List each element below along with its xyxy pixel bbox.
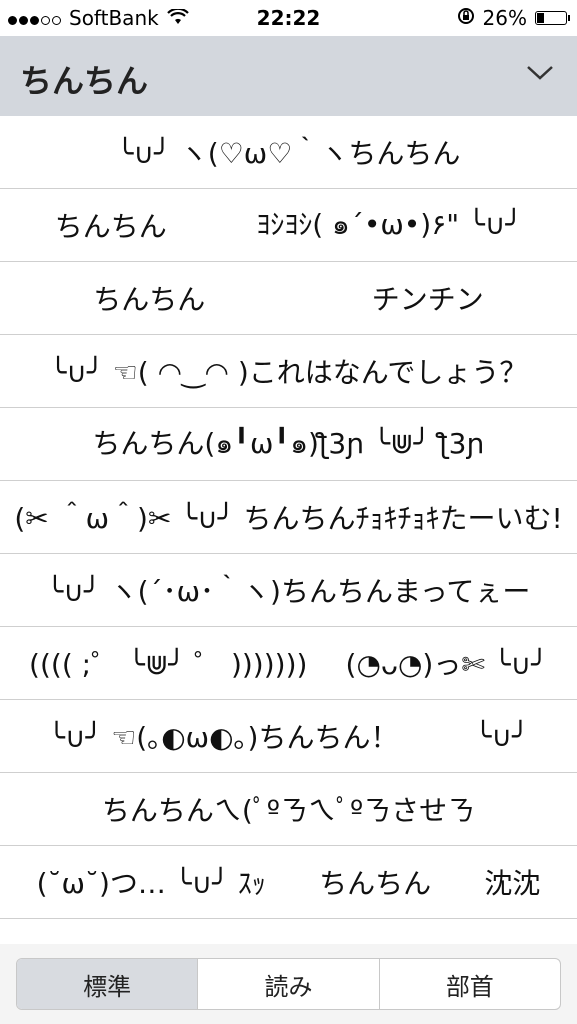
kaomoji-item[interactable]: (˘ω˘)つ… ╰∪╯ ｽｯ xyxy=(37,862,266,902)
kaomoji-item[interactable]: (◔ᴗ◔)っ✄ ╰∪╯ xyxy=(346,643,548,683)
kaomoji-item[interactable]: チンチン xyxy=(372,278,484,318)
battery-percent: 26% xyxy=(482,6,527,30)
kaomoji-item[interactable]: (✂︎ ＾ω＾)✂︎ ╰∪╯ ちんちんﾁｮｷﾁｮｷたーいむ! xyxy=(14,497,562,537)
kaomoji-item[interactable]: ╰∪╯ xyxy=(475,720,529,753)
kaomoji-list: ╰∪╯ ヽ(♡ω♡｀ヽちんちん ちんちん ﾖｼﾖｼ( ๑´•ω•)۶" ╰∪╯ ちんち… xyxy=(0,116,577,919)
list-row: ╰∪╯ ヽ(♡ω♡｀ヽちんちん xyxy=(0,116,577,189)
category-title: ちんちん xyxy=(20,62,149,100)
list-row: (˘ω˘)つ… ╰∪╯ ｽｯ ちんちん 沈沈 xyxy=(0,846,577,919)
kaomoji-item[interactable]: ╰∪╯ ☜( ◠‿◠ )これはなんでしょう？ xyxy=(50,351,528,391)
battery-icon xyxy=(535,11,570,25)
kaomoji-item[interactable]: ちんちん(๑╹ω╹๑)ƪ3ɲ ╰⋓╯ ƪ3ɲ xyxy=(92,422,484,466)
kaomoji-item[interactable]: ちんちん xyxy=(319,862,431,902)
kaomoji-item[interactable]: 沈沈 xyxy=(484,862,540,902)
kaomoji-item[interactable]: ╰∪╯ ヽ(´･ω･｀ヽ)ちんちんまってぇー xyxy=(47,570,531,610)
list-row: ちんちん チンチン xyxy=(0,262,577,335)
status-bar: SoftBank 22:22 26% xyxy=(0,0,577,36)
kaomoji-item[interactable]: ╰∪╯ ☜(｡◐ω◐｡)ちんちん！ xyxy=(48,716,398,756)
kaomoji-item[interactable]: ╰∪╯ ヽ(♡ω♡｀ヽちんちん xyxy=(117,132,461,172)
segment-reading[interactable]: 読み xyxy=(197,959,378,1009)
list-row: (✂︎ ＾ω＾)✂︎ ╰∪╯ ちんちんﾁｮｷﾁｮｷたーいむ! xyxy=(0,481,577,554)
chevron-down-icon[interactable] xyxy=(525,58,555,88)
list-row: ちんちんㄟ(ﾟºㄋㄟﾟºㄋさせㄋ xyxy=(0,773,577,846)
segment-standard[interactable]: 標準 xyxy=(17,959,198,1009)
kaomoji-item[interactable]: ちんちん xyxy=(93,278,205,318)
kaomoji-item[interactable]: ちんちんㄟ(ﾟºㄋㄟﾟºㄋさせㄋ xyxy=(102,789,475,829)
rotation-lock-icon xyxy=(457,7,475,30)
list-row: ╰∪╯ ヽ(´･ω･｀ヽ)ちんちんまってぇー xyxy=(0,554,577,627)
list-row: (((( ;゜ ╰⋓╯ ゜ ))))))) (◔ᴗ◔)っ✄ ╰∪╯ xyxy=(0,627,577,700)
kaomoji-item[interactable]: ちんちん xyxy=(55,205,167,245)
segment-radical[interactable]: 部首 xyxy=(378,959,560,1009)
category-header[interactable]: ちんちん xyxy=(0,36,577,116)
kaomoji-item[interactable]: ﾖｼﾖｼ( ๑´•ω•)۶" ╰∪╯ xyxy=(256,203,522,247)
list-row: ╰∪╯ ☜(｡◐ω◐｡)ちんちん！ ╰∪╯ xyxy=(0,700,577,773)
list-row: ちんちん(๑╹ω╹๑)ƪ3ɲ ╰⋓╯ ƪ3ɲ xyxy=(0,408,577,481)
status-right: 26% xyxy=(457,6,570,30)
kaomoji-item[interactable]: (((( ;゜ ╰⋓╯ ゜ ))))))) xyxy=(29,643,307,683)
sort-segmented-control: 標準 読み 部首 xyxy=(16,958,561,1010)
list-row: ちんちん ﾖｼﾖｼ( ๑´•ω•)۶" ╰∪╯ xyxy=(0,189,577,262)
list-row: ╰∪╯ ☜( ◠‿◠ )これはなんでしょう？ xyxy=(0,335,577,408)
